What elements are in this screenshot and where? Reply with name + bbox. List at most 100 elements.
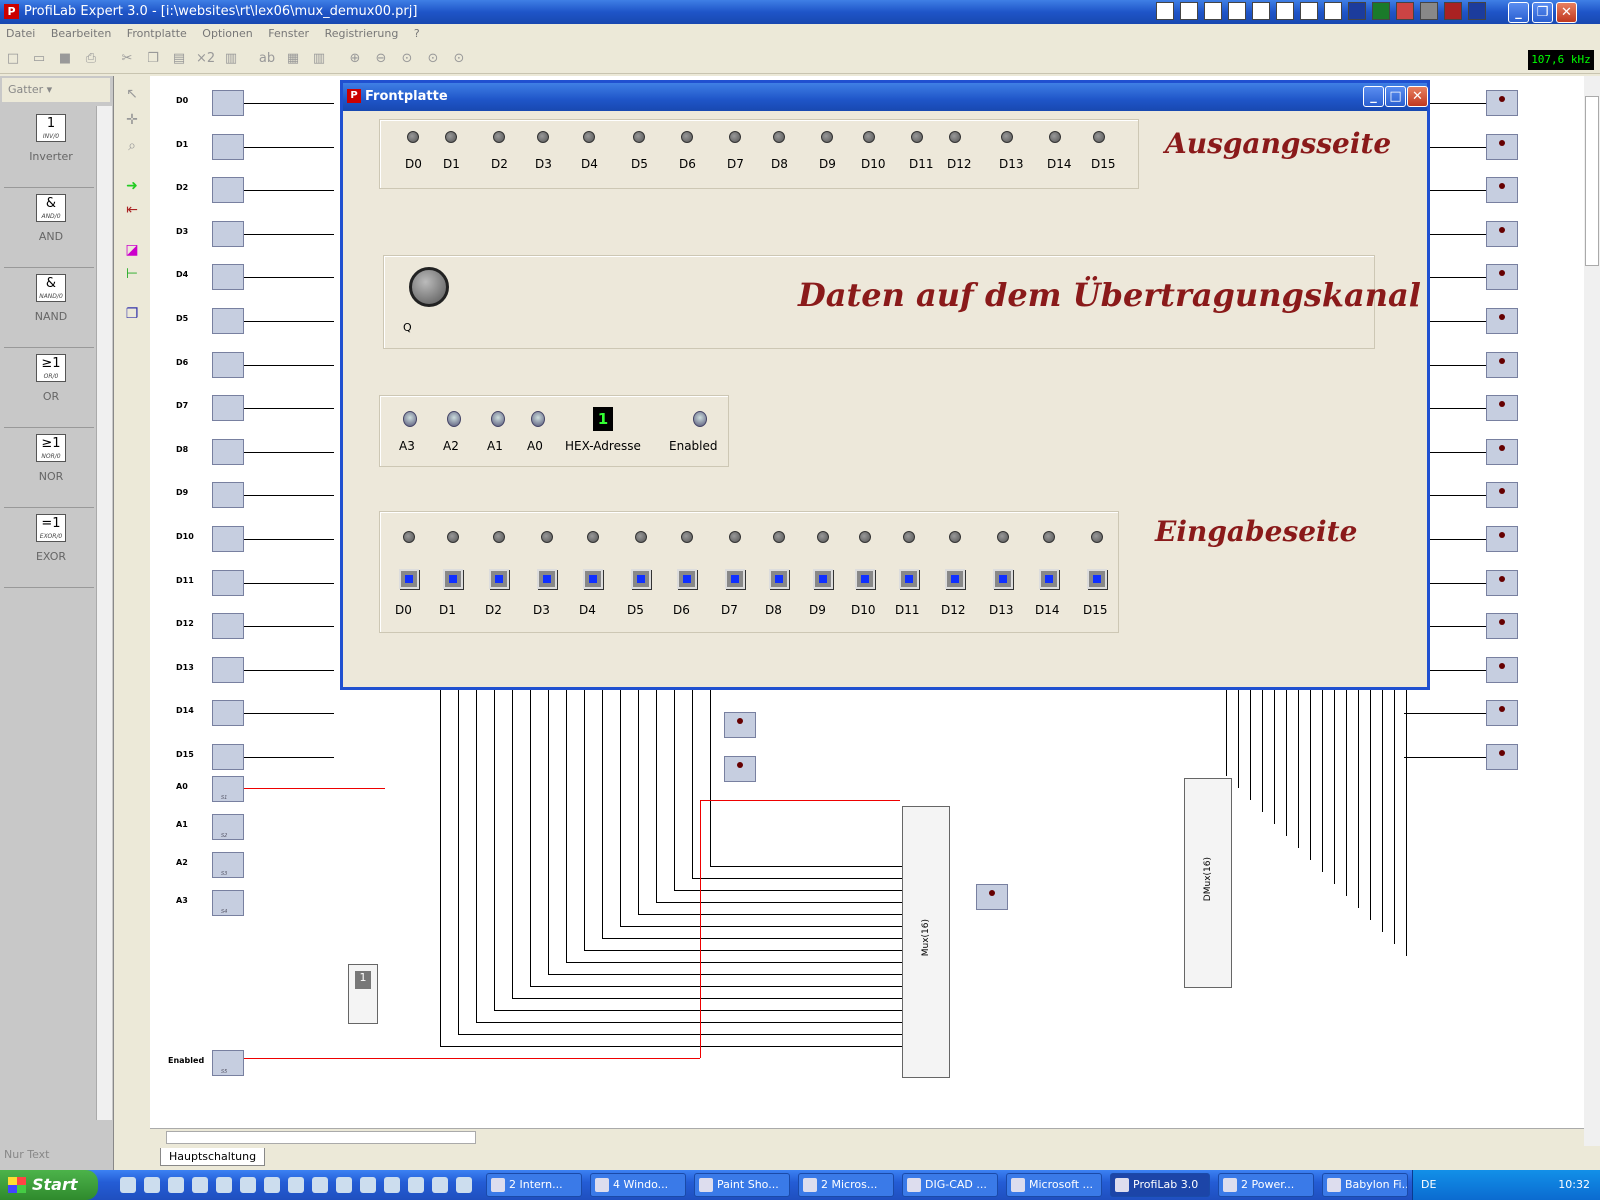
input-pushbutton[interactable]: [769, 569, 789, 589]
toolbar-app-icon[interactable]: [1204, 2, 1222, 20]
select-arrow-icon[interactable]: ↖: [122, 84, 142, 104]
input-pushbutton[interactable]: [677, 569, 697, 589]
task-profilab[interactable]: ProfiLab 3.0: [1110, 1173, 1210, 1197]
input-pushbutton[interactable]: [855, 569, 875, 589]
vertical-scrollbar[interactable]: [1584, 76, 1600, 1146]
task-internet-explorer[interactable]: 2 Intern...: [486, 1173, 582, 1197]
menu-fenster[interactable]: Fenster: [262, 24, 315, 43]
frontplatte-maximize-button[interactable]: □: [1385, 86, 1406, 107]
input-switch[interactable]: [212, 569, 244, 596]
windows-icon[interactable]: ❐: [122, 304, 142, 324]
led17[interactable]: [976, 884, 1008, 910]
switch-a3[interactable]: S4: [212, 890, 244, 916]
output-led[interactable]: [1486, 395, 1518, 422]
quicklaunch-icon[interactable]: [408, 1177, 424, 1193]
duplicate-icon[interactable]: ×2: [196, 50, 215, 68]
quicklaunch-icon[interactable]: [264, 1177, 280, 1193]
output-led[interactable]: [1486, 351, 1518, 378]
output-led[interactable]: [1486, 613, 1518, 640]
hex-decoder-block[interactable]: 1: [348, 964, 378, 1024]
text-icon[interactable]: ab: [258, 50, 276, 68]
zoom-fit-icon[interactable]: ⊙: [424, 50, 442, 68]
palette-item-nor[interactable]: ≥1 NOR/0 NOR: [4, 428, 94, 508]
palette-item-inverter[interactable]: 1 INV/0 Inverter: [4, 108, 94, 188]
tab-hauptschaltung[interactable]: Hauptschaltung: [160, 1148, 266, 1166]
magnifier-icon[interactable]: ⌕: [122, 136, 142, 156]
menu-registrierung[interactable]: Registrierung: [319, 24, 405, 43]
input-switch[interactable]: [212, 395, 244, 422]
output-led[interactable]: [1486, 90, 1518, 116]
input-switch[interactable]: [212, 700, 244, 727]
quicklaunch-icon[interactable]: [360, 1177, 376, 1193]
menu-help[interactable]: ?: [408, 24, 426, 43]
quicklaunch-icon[interactable]: [144, 1177, 160, 1193]
quicklaunch-icon[interactable]: [216, 1177, 232, 1193]
run-arrow-icon[interactable]: ➜: [122, 176, 142, 196]
input-switch[interactable]: [212, 308, 244, 334]
quicklaunch-icon[interactable]: [336, 1177, 352, 1193]
quicklaunch-icon[interactable]: [240, 1177, 256, 1193]
quicklaunch-icon[interactable]: [456, 1177, 472, 1193]
toolbar-app-icon[interactable]: [1180, 2, 1198, 20]
menu-optionen[interactable]: Optionen: [196, 24, 258, 43]
input-switch[interactable]: [212, 133, 244, 160]
stop-arrow-icon[interactable]: ⇤: [122, 200, 142, 220]
input-switch[interactable]: [212, 264, 244, 291]
task-dig-cad[interactable]: DIG-CAD ...: [902, 1173, 998, 1197]
switch-a1[interactable]: S2: [212, 814, 244, 840]
quicklaunch-icon[interactable]: [168, 1177, 184, 1193]
switch-a0[interactable]: S1: [212, 776, 244, 802]
zoom-in-icon[interactable]: ⊕: [346, 50, 364, 68]
palette-category-dropdown[interactable]: Gatter ▾: [2, 78, 110, 102]
app-icon[interactable]: P: [4, 4, 19, 19]
toolbar-app-icon[interactable]: [1420, 2, 1438, 20]
toggle-a2[interactable]: [447, 411, 461, 427]
minimize-button[interactable]: _: [1508, 2, 1529, 23]
toolbar-app-icon[interactable]: [1468, 2, 1486, 20]
zoom-out-icon[interactable]: ⊖: [372, 50, 390, 68]
toolbar-app-icon[interactable]: [1252, 2, 1270, 20]
copy-icon[interactable]: ❐: [144, 50, 162, 68]
toggle-a3[interactable]: [403, 411, 417, 427]
frontplatte-minimize-button[interactable]: _: [1363, 86, 1384, 107]
dmux-16-block[interactable]: DMux(16): [1184, 778, 1232, 988]
toolbar-app-icon[interactable]: [1156, 2, 1174, 20]
quicklaunch-icon[interactable]: [120, 1177, 136, 1193]
output-led[interactable]: [1486, 133, 1518, 160]
palette-scrollbar[interactable]: [96, 106, 112, 1120]
input-switch[interactable]: [212, 526, 244, 552]
crosshair-icon[interactable]: ✛: [122, 110, 142, 130]
input-pushbutton[interactable]: [813, 569, 833, 589]
input-pushbutton[interactable]: [583, 569, 603, 589]
pin-icon[interactable]: ⊢: [122, 264, 142, 284]
led-16[interactable]: [724, 756, 756, 782]
language-indicator[interactable]: DE: [1421, 1178, 1436, 1191]
quicklaunch-icon[interactable]: [384, 1177, 400, 1193]
input-switch[interactable]: [212, 656, 244, 683]
toolbar-app-icon[interactable]: [1228, 2, 1246, 20]
palette-item-or[interactable]: ≥1 OR/0 OR: [4, 348, 94, 428]
zoom-icon[interactable]: ⊙: [398, 50, 416, 68]
output-led[interactable]: [1486, 700, 1518, 727]
input-pushbutton[interactable]: [993, 569, 1013, 589]
frontplatte-close-button[interactable]: ✕: [1407, 86, 1428, 107]
frontpanel-icon[interactable]: ◪: [122, 240, 142, 260]
quicklaunch-icon[interactable]: [192, 1177, 208, 1193]
switch-enabled[interactable]: S5: [212, 1050, 244, 1076]
input-switch[interactable]: [212, 90, 244, 116]
palette-item-nand[interactable]: & NAND/0 NAND: [4, 268, 94, 348]
excel-icon[interactable]: [1372, 2, 1390, 20]
input-pushbutton[interactable]: [945, 569, 965, 589]
output-led[interactable]: [1486, 656, 1518, 683]
toolbar-app-icon[interactable]: [1276, 2, 1294, 20]
task-babylon[interactable]: Babylon Fi...: [1322, 1173, 1408, 1197]
output-led[interactable]: [1486, 482, 1518, 509]
horizontal-scrollbar[interactable]: [150, 1128, 1584, 1146]
toolbar-app-icon[interactable]: [1444, 2, 1462, 20]
quicklaunch-icon[interactable]: [288, 1177, 304, 1193]
task-microsoft[interactable]: Microsoft ...: [1006, 1173, 1102, 1197]
save-icon[interactable]: ■: [56, 50, 74, 68]
paste-icon[interactable]: ▤: [170, 50, 188, 68]
output-led[interactable]: [1486, 526, 1518, 552]
input-pushbutton[interactable]: [489, 569, 509, 589]
